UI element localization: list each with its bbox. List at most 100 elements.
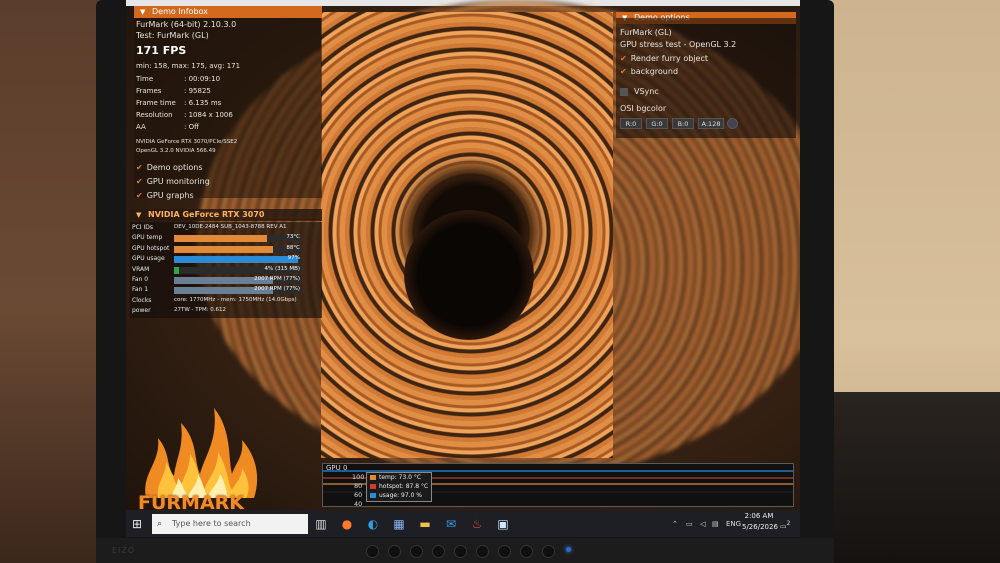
render-furry-checkbox[interactable]: ✔ Render furry object [620,54,708,63]
frametime-value: : 6.135 ms [184,99,222,107]
graph-title: GPU 0 [326,464,348,472]
option-demo-options[interactable]: ✔ Demo options [136,163,202,172]
demo-infobox-header[interactable]: ▼ Demo Infobox [134,6,322,18]
monitor-power-button[interactable] [542,545,555,558]
gpu-row-label: PCI IDs [132,224,153,231]
gpu-row-bar-fill [174,266,180,274]
monitor-button[interactable] [476,545,489,558]
clock-time: 2:06 AM [744,512,774,520]
monitor-button[interactable] [520,545,533,558]
bgcolor-alpha-field[interactable]: A:128 [698,118,724,129]
test-name: Test: FurMark (GL) [136,31,209,40]
demo-subtitle: GPU stress test - OpenGL 3.2 [620,40,737,49]
edge-icon[interactable]: ◐ [364,514,382,534]
gpu-row-bar: 4% (315 MB) [174,265,302,274]
gpu-row-label: power [132,307,151,315]
checkmark-icon: ✔ [136,163,143,172]
gpu-row-bar-fill [174,245,273,253]
fps-stats: min: 158, max: 175, avg: 171 [136,62,241,70]
notification-count: 2 [786,521,791,527]
notification-icon[interactable]: ▭2 [780,514,790,536]
furmark-taskbar-icon[interactable]: ♨ [468,514,486,534]
furmark-flame-icon [145,408,258,498]
frames-value: : 95825 [184,87,211,95]
checkbox-label: Render furry object [630,54,708,63]
legend-usage: usage: 97.0 % [367,491,431,500]
bgcolor-blue-field[interactable]: B:0 [672,118,694,129]
clock-date: 5/26/2026 [742,523,778,531]
bgcolor-green-field[interactable]: G:0 [646,118,668,129]
mail-icon[interactable]: ✉ [442,514,460,534]
taskbar-clock[interactable]: 2:06 AM 5/26/2026 [742,511,778,533]
taskbar-search-input[interactable]: Type here to search [152,514,308,534]
gpu-name: NVIDIA GeForce RTX 3070 [148,210,265,219]
osi-bgcolor-label: OSI bgcolor [620,104,667,113]
gpu-row-value: 4% (315 MB) [264,265,300,272]
keyboard-icon[interactable]: ▤ [712,514,719,534]
calendar-app-icon[interactable]: ▦ [390,514,408,534]
gpu-row-value: 97% [287,255,300,262]
gpu-row-bar: 2007 RPM (77%) [174,286,302,295]
checkbox-box [620,87,628,96]
bgcolor-red-field[interactable]: R:0 [620,118,642,129]
network-icon[interactable]: ▭ [686,514,693,534]
windows-start-icon[interactable]: ⊞ [132,517,142,531]
legend-label: usage: 97.0 % [379,492,423,499]
gpu-row-label: GPU hotspot [132,244,170,252]
file-explorer-icon[interactable]: ▬ [416,514,434,534]
option-gpu-monitoring[interactable]: ✔ GPU monitoring [136,177,210,186]
gpu-row-value: 2007 RPM (77%) [254,286,300,293]
gpu-row-value: 88°C [286,244,300,251]
background-checkbox[interactable]: ✔ background [620,67,678,76]
gpu-row-value: 27TW - TPM: 0.612 [174,307,227,314]
aa-label: AA [136,123,146,131]
power-led [566,547,571,552]
firefox-icon[interactable]: ● [338,514,356,534]
monitor-button[interactable] [432,545,445,558]
option-label: GPU graphs [146,191,194,200]
desk-surface [830,392,1000,563]
gpu-row-label: VRAM [132,265,150,273]
vsync-checkbox[interactable]: VSync [620,87,659,96]
color-picker-icon[interactable] [727,118,738,129]
opengl-string: OpenGL 3.2.0 NVIDIA 566.49 [136,148,216,154]
app-window-icon[interactable]: ▣ [494,514,512,534]
gpu-row-bar-fill [174,235,268,243]
gpu-title-header[interactable]: ▼ NVIDIA GeForce RTX 3070 [130,209,322,221]
gpu-row-label: GPU usage [132,255,165,263]
frametime-label: Frame time [136,99,176,107]
gpu-row-label: GPU temp [132,234,163,242]
monitor-button[interactable] [388,545,401,558]
app-version: FurMark (64-bit) 2.10.3.0 [136,20,237,29]
monitor-button[interactable] [454,545,467,558]
room-wall-left [0,0,110,563]
time-value: : 00:09:10 [184,75,221,83]
search-icon: ⌕ [157,519,163,529]
monitor-button[interactable] [410,545,423,558]
task-view-icon[interactable]: ▥ [312,514,330,534]
renderer-string: NVIDIA GeForce RTX 3070/PCIe/SSE2 [136,139,238,145]
monitor-button[interactable] [498,545,511,558]
gpu-row-label: Fan 1 [132,286,149,294]
gpu-row-bar: 73°C [174,234,302,243]
monitor-button[interactable] [366,545,379,558]
gpu-row-label: Fan 0 [132,276,149,283]
tray-overflow-icon[interactable]: ⌃ [672,514,678,534]
gpu-row-bar-fill [174,256,299,264]
gpu-row-value: 73°C [286,234,300,241]
option-label: Demo options [146,163,203,172]
language-indicator[interactable]: ENG [726,514,741,534]
fps-readout: 171 FPS [136,44,187,57]
axis-label: 80 [354,482,363,490]
volume-icon[interactable]: ◁ [700,514,705,534]
fur-center-hole [404,210,534,340]
checkmark-icon: ✔ [620,54,627,63]
legend-swatch [370,484,376,489]
legend-swatch [370,475,376,480]
aa-value: : Off [184,123,199,131]
gpu-row-bar: 97% [174,255,302,264]
frames-label: Frames [136,87,162,95]
gpu-row-label: Clocks [132,296,152,304]
gpu-row-value: 2007 RPM (77%) [254,276,300,282]
option-gpu-graphs[interactable]: ✔ GPU graphs [136,191,194,200]
